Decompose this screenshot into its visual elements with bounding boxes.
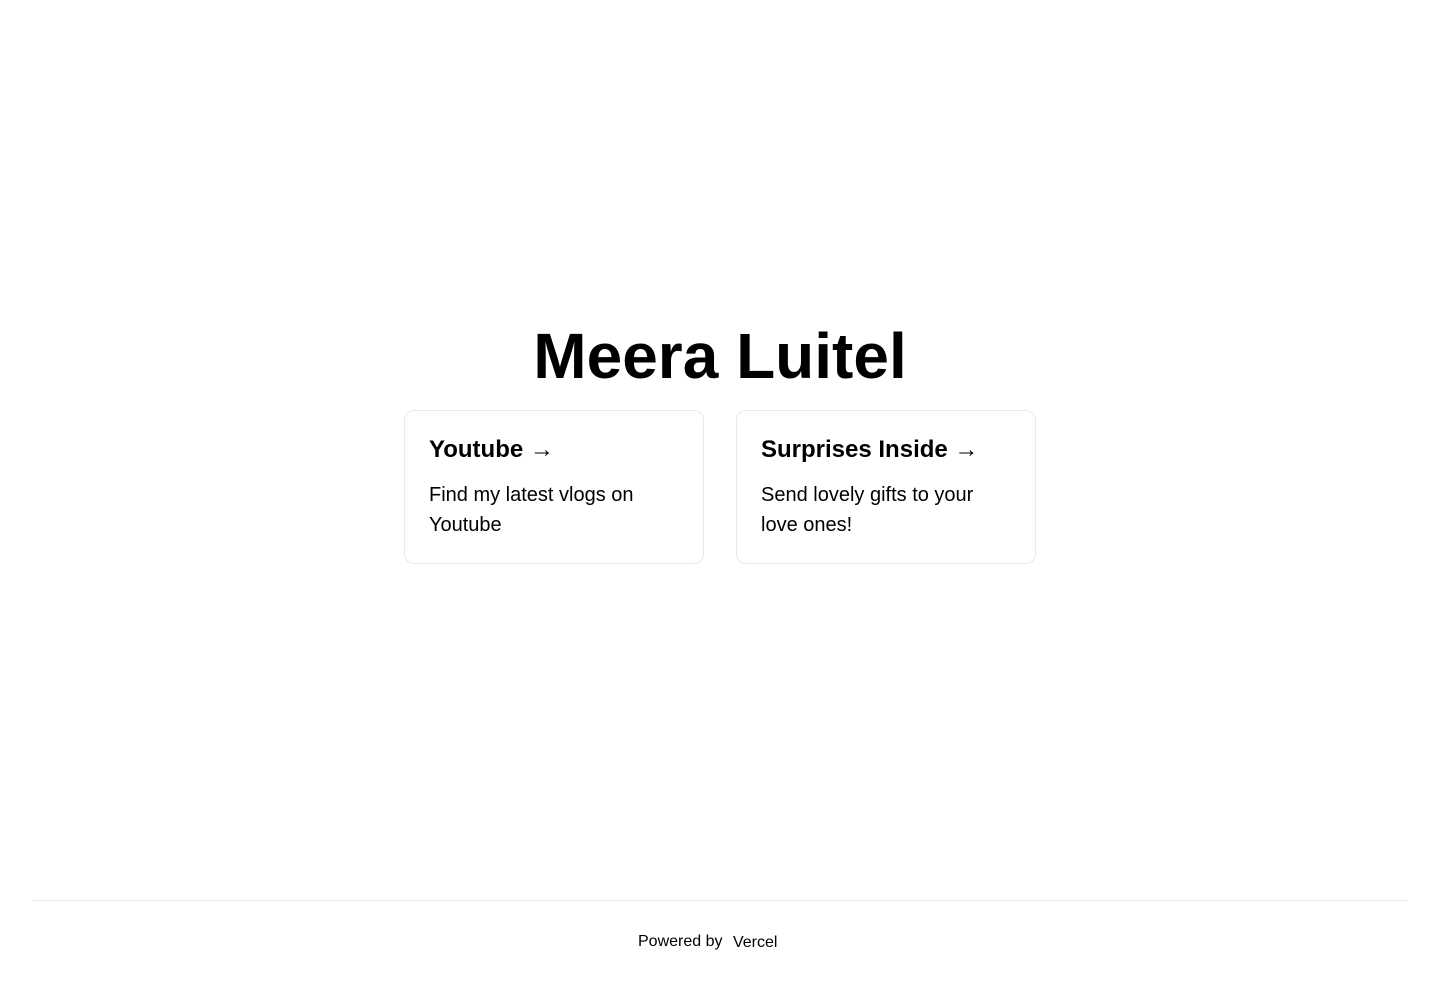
surprises-inside-card[interactable]: Surprises Inside → Send lovely gifts to … [736,410,1036,564]
card-description: Find my latest vlogs on Youtube [429,484,634,536]
vercel-logo-alt-text: Vercel [732,934,778,951]
youtube-card[interactable]: Youtube → Find my latest vlogs on Youtub… [404,410,704,564]
card-heading: Youtube → [429,436,554,463]
page-title: Meera Luitel [533,320,907,392]
card-description: Send lovely gifts to your love ones! [761,484,974,536]
powered-by-vercel-link[interactable]: Powered by Vercel [638,932,777,952]
vercel-logo-image: Vercel [733,933,777,953]
powered-by-label: Powered by [638,933,723,950]
card-heading: Surprises Inside → [761,436,979,463]
footer: Powered by Vercel [32,900,1408,983]
page: Meera Luitel Youtube → Find my latest vl… [0,0,1440,983]
